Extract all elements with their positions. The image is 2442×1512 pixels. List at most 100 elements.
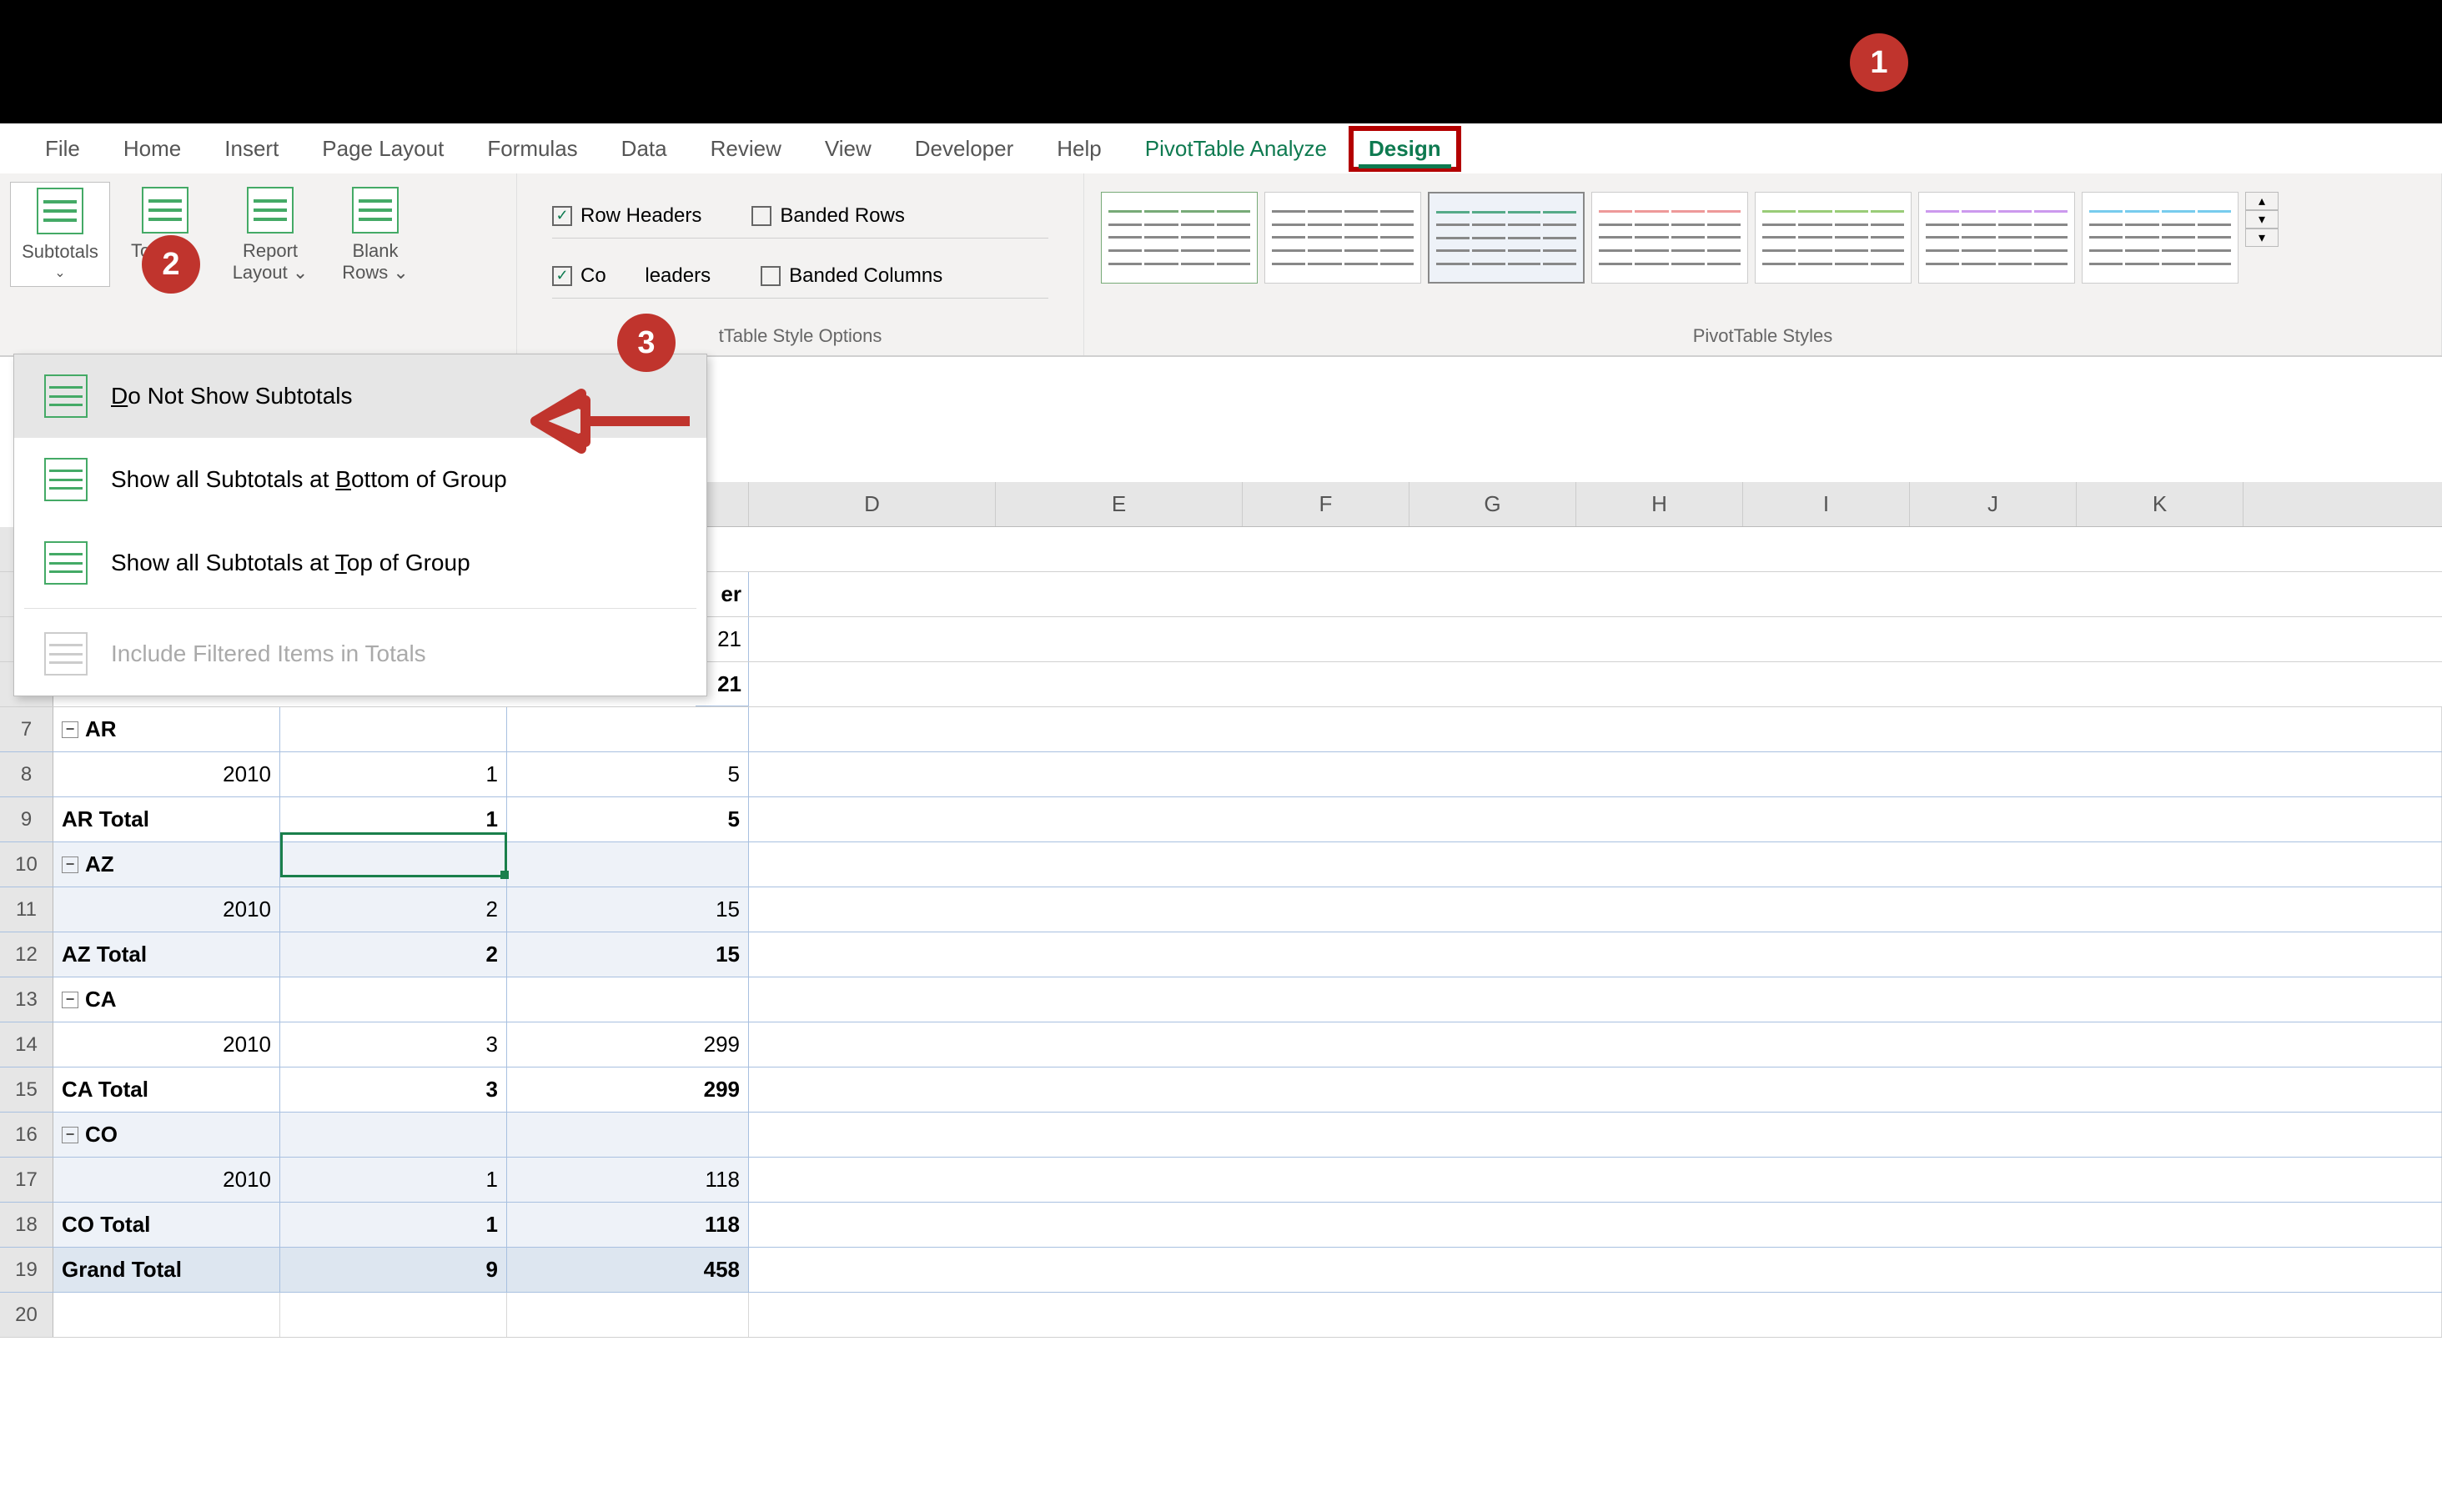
row-header-8[interactable]: 8 [0, 752, 53, 796]
tab-view[interactable]: View [803, 126, 893, 172]
cell-b8[interactable]: 1 [280, 752, 507, 796]
cells-rest[interactable] [749, 1022, 2442, 1067]
tab-file[interactable]: File [23, 126, 102, 172]
tab-page-layout[interactable]: Page Layout [300, 126, 465, 172]
cell-c9[interactable]: 5 [507, 797, 749, 841]
cell-b16[interactable] [280, 1113, 507, 1157]
tab-review[interactable]: Review [689, 126, 803, 172]
tab-help[interactable]: Help [1035, 126, 1123, 172]
style-thumb-7[interactable] [2082, 192, 2238, 284]
row-header-10[interactable]: 10 [0, 842, 53, 887]
style-thumb-5[interactable] [1755, 192, 1912, 284]
row-header-20[interactable]: 20 [0, 1293, 53, 1337]
cells-rest[interactable] [749, 707, 2442, 751]
subtotals-button[interactable]: Subtotals ⌄ [10, 182, 110, 287]
row-headers-checkbox[interactable]: ✓Row Headers [552, 193, 701, 238]
cell-b15[interactable]: 3 [280, 1067, 507, 1112]
collapse-button[interactable]: − [62, 992, 78, 1008]
col-header-k[interactable]: K [2077, 482, 2244, 526]
row-header-19[interactable]: 19 [0, 1248, 53, 1292]
row-header-16[interactable]: 16 [0, 1113, 53, 1157]
cells-rest[interactable] [749, 1293, 2442, 1337]
tab-design[interactable]: Design [1349, 126, 1461, 172]
cell-a9[interactable]: AR Total [53, 797, 280, 841]
banded-rows-checkbox[interactable]: Banded Rows [751, 193, 904, 238]
col-header-e[interactable]: E [996, 482, 1243, 526]
cell-c7[interactable] [507, 707, 749, 751]
cell-b12[interactable]: 2 [280, 932, 507, 977]
cell-a16[interactable]: −CO [53, 1113, 280, 1157]
row-header-13[interactable]: 13 [0, 977, 53, 1022]
cells-rest[interactable] [749, 1113, 2442, 1157]
cell-b19[interactable]: 9 [280, 1248, 507, 1292]
cell-b13[interactable] [280, 977, 507, 1022]
cells-rest[interactable] [749, 1158, 2442, 1202]
cells-rest[interactable] [749, 1248, 2442, 1292]
cell-c20[interactable] [507, 1293, 749, 1337]
cell-c11[interactable]: 15 [507, 887, 749, 932]
cells-rest[interactable] [749, 752, 2442, 796]
collapse-button[interactable]: − [62, 721, 78, 738]
report-layout-button[interactable]: Report Layout ⌄ [220, 182, 320, 289]
cells-rest[interactable] [749, 887, 2442, 932]
cell-a18[interactable]: CO Total [53, 1203, 280, 1247]
cell-c19[interactable]: 458 [507, 1248, 749, 1292]
cell-a7[interactable]: −AR [53, 707, 280, 751]
cell-a10[interactable]: −AZ [53, 842, 280, 887]
cell-b14[interactable]: 3 [280, 1022, 507, 1067]
row-header-14[interactable]: 14 [0, 1022, 53, 1067]
row-header-7[interactable]: 7 [0, 707, 53, 751]
cell-a11[interactable]: 2010 [53, 887, 280, 932]
col-header-i[interactable]: I [1743, 482, 1910, 526]
cells-rest[interactable] [749, 1067, 2442, 1112]
cells-rest[interactable] [749, 1203, 2442, 1247]
tab-developer[interactable]: Developer [893, 126, 1036, 172]
cell-a8[interactable]: 2010 [53, 752, 280, 796]
col-header-d[interactable]: D [749, 482, 996, 526]
cells-rest[interactable] [749, 977, 2442, 1022]
col-header-f[interactable]: F [1243, 482, 1409, 526]
banded-columns-checkbox[interactable]: Banded Columns [761, 254, 942, 298]
style-thumb-2[interactable] [1264, 192, 1421, 284]
col-header-j[interactable]: J [1910, 482, 2077, 526]
cell-c15[interactable]: 299 [507, 1067, 749, 1112]
cell-c10[interactable] [507, 842, 749, 887]
cells-rest[interactable] [749, 932, 2442, 977]
cell-a17[interactable]: 2010 [53, 1158, 280, 1202]
cell-a13[interactable]: −CA [53, 977, 280, 1022]
row-header-18[interactable]: 18 [0, 1203, 53, 1247]
cell-a20[interactable] [53, 1293, 280, 1337]
cells-rest[interactable] [749, 797, 2442, 841]
cell-b7[interactable] [280, 707, 507, 751]
cell-c14[interactable]: 299 [507, 1022, 749, 1067]
cell-c13[interactable] [507, 977, 749, 1022]
cell-c8[interactable]: 5 [507, 752, 749, 796]
gallery-more-button[interactable]: ▾ [2245, 229, 2279, 247]
cell-b10[interactable] [280, 842, 507, 887]
tab-formulas[interactable]: Formulas [465, 126, 599, 172]
cell-b17[interactable]: 1 [280, 1158, 507, 1202]
style-thumb-3[interactable] [1428, 192, 1585, 284]
tab-pivottable-analyze[interactable]: PivotTable Analyze [1123, 126, 1349, 172]
collapse-button[interactable]: − [62, 856, 78, 873]
cell-a12[interactable]: AZ Total [53, 932, 280, 977]
cell-b20[interactable] [280, 1293, 507, 1337]
gallery-down-button[interactable]: ▾ [2245, 210, 2279, 229]
cell-b9[interactable]: 1 [280, 797, 507, 841]
style-thumb-6[interactable] [1918, 192, 2075, 284]
cell-a15[interactable]: CA Total [53, 1067, 280, 1112]
gallery-up-button[interactable]: ▴ [2245, 192, 2279, 210]
row-header-9[interactable]: 9 [0, 797, 53, 841]
cell-c17[interactable]: 118 [507, 1158, 749, 1202]
col-header-h[interactable]: H [1576, 482, 1743, 526]
style-thumb-4[interactable] [1591, 192, 1748, 284]
tab-home[interactable]: Home [102, 126, 203, 172]
subtotals-top-item[interactable]: Show all Subtotals at Top of Group [14, 521, 706, 605]
style-thumb-1[interactable] [1101, 192, 1258, 284]
cell-a19[interactable]: Grand Total [53, 1248, 280, 1292]
cell-b18[interactable]: 1 [280, 1203, 507, 1247]
cells-rest[interactable] [749, 842, 2442, 887]
blank-rows-button[interactable]: Blank Rows ⌄ [325, 182, 425, 289]
row-header-17[interactable]: 17 [0, 1158, 53, 1202]
row-header-11[interactable]: 11 [0, 887, 53, 932]
